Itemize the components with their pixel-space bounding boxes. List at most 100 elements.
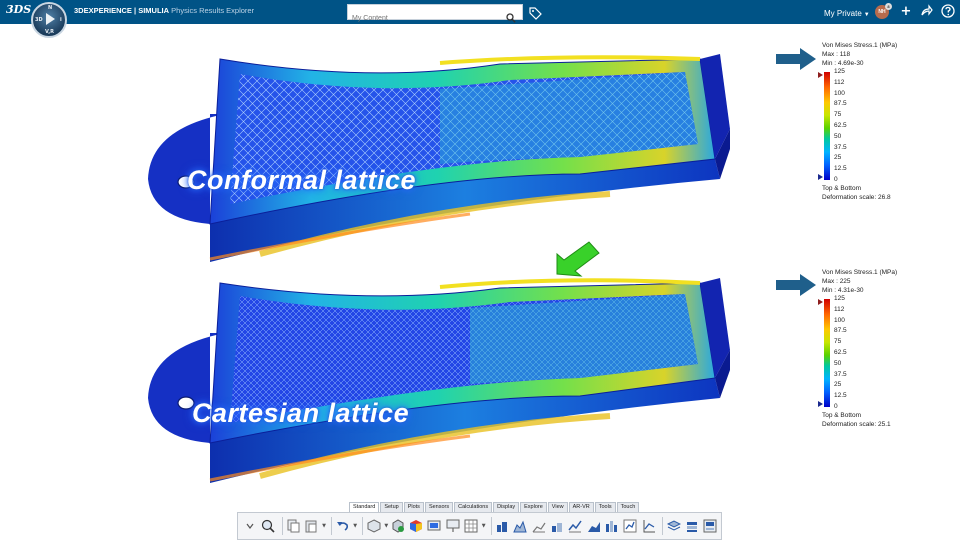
legend-tick: 50 xyxy=(834,359,842,367)
legend-tick: 100 xyxy=(834,89,845,97)
app-title-brand: 3DEXPERIENCE | SIMULIA xyxy=(74,6,170,15)
legend-tick: 50 xyxy=(834,132,842,140)
toolbar-separator xyxy=(662,517,664,535)
notification-badge: 8 xyxy=(885,3,892,10)
export-icon[interactable] xyxy=(703,518,718,534)
stress-legend-top[interactable]: Von Mises Stress.1 (MPa) Max : 118 Min :… xyxy=(818,41,898,202)
chevron-down-icon[interactable]: ▼ xyxy=(384,523,388,529)
highlight-arrow-icon xyxy=(556,241,600,277)
tab-view[interactable]: View xyxy=(547,502,568,512)
tag-icon[interactable] xyxy=(529,5,542,24)
legend-tick: 37.5 xyxy=(834,143,847,151)
legend-title: Von Mises Stress.1 (MPa) xyxy=(822,269,898,276)
area-chart-icon[interactable] xyxy=(586,518,601,534)
chevron-down-icon[interactable]: ▼ xyxy=(353,523,357,529)
legend-tick: 12.5 xyxy=(834,392,847,400)
stacked-chart-icon[interactable] xyxy=(531,518,546,534)
app-title: 3DEXPERIENCE | SIMULIA Physics Results E… xyxy=(74,6,254,15)
copy-icon[interactable] xyxy=(286,518,301,534)
contour-icon[interactable] xyxy=(409,518,424,534)
3d-viewport[interactable]: Conformal lattice Cartesian lattice Von … xyxy=(0,24,960,500)
tab-standard[interactable]: Standard xyxy=(349,502,380,512)
tab-calculations[interactable]: Calculations xyxy=(454,502,493,512)
bar-chart-icon[interactable] xyxy=(495,518,510,534)
tab-sensors[interactable]: Sensors xyxy=(424,502,454,512)
3ds-logo-icon[interactable]: 3DS xyxy=(6,3,31,21)
compass-info-label: i xyxy=(60,17,62,23)
tab-ar-vr[interactable]: AR-VR xyxy=(568,502,594,512)
compass-north-label: N xyxy=(48,5,53,11)
histogram-icon[interactable] xyxy=(513,518,528,534)
space-selector[interactable]: My Private ▼ xyxy=(824,9,870,18)
legend-max: Max : 118 xyxy=(822,51,851,58)
tab-tools[interactable]: Tools xyxy=(594,502,616,512)
max-marker-icon[interactable] xyxy=(818,72,823,78)
legend-tick: 112 xyxy=(834,305,845,313)
search-box[interactable] xyxy=(347,4,523,26)
min-marker-icon[interactable] xyxy=(818,174,823,180)
presentation-icon[interactable] xyxy=(445,518,460,534)
plot-icon[interactable] xyxy=(390,518,405,534)
part-icon[interactable] xyxy=(366,518,381,534)
legend-footer-region: Top & Bottom xyxy=(822,185,862,192)
chevron-down-icon[interactable]: ▼ xyxy=(482,523,486,529)
collapse-icon[interactable] xyxy=(242,518,257,534)
tab-setup[interactable]: Setup xyxy=(380,502,403,512)
grouped-chart-icon[interactable] xyxy=(604,518,619,534)
stress-legend-bottom[interactable]: Von Mises Stress.1 (MPa) Max : 225 Min :… xyxy=(818,268,898,429)
chevron-down-icon: ▼ xyxy=(863,12,870,18)
legend-pointer-arrow-icon xyxy=(776,274,816,296)
color-scale: 125 112 100 87.5 75 62.5 50 37.5 25 12.5… xyxy=(818,68,897,183)
action-bar: ▼ ▼ ▼ ▼ xyxy=(237,512,722,540)
legend-footer-region: Top & Bottom xyxy=(822,412,862,419)
play-icon[interactable] xyxy=(46,13,55,25)
xy-plot-icon[interactable] xyxy=(641,518,656,534)
space-selector-label: My Private xyxy=(824,9,862,18)
add-icon[interactable]: + xyxy=(898,4,914,20)
legend-tick: 62.5 xyxy=(834,122,847,129)
line-chart-icon[interactable] xyxy=(568,518,583,534)
tab-plots[interactable]: Plots xyxy=(403,502,424,512)
min-marker-icon[interactable] xyxy=(818,401,823,407)
legend-tick: 12.5 xyxy=(834,165,847,173)
stack-icon[interactable] xyxy=(684,518,699,534)
legend-tick: 100 xyxy=(834,316,845,324)
legend-tick: 125 xyxy=(834,295,845,302)
compass-widget[interactable]: N 3D i V,R xyxy=(31,2,67,38)
cartesian-lattice-model[interactable] xyxy=(140,278,740,488)
undo-icon[interactable] xyxy=(335,518,350,534)
color-scale: 125 112 100 87.5 75 62.5 50 37.5 25 12.5… xyxy=(818,295,897,410)
color-scale-bar xyxy=(824,299,830,407)
sensor-chart-icon[interactable] xyxy=(623,518,638,534)
avatar[interactable]: NH 8 xyxy=(875,3,892,19)
help-icon[interactable] xyxy=(940,4,956,20)
table-icon[interactable] xyxy=(463,518,478,534)
legend-tick: 75 xyxy=(834,338,842,346)
chevron-down-icon[interactable]: ▼ xyxy=(322,523,326,529)
compass-vr-label: V,R xyxy=(45,29,54,35)
tab-explore[interactable]: Explore xyxy=(520,502,547,512)
report-icon[interactable] xyxy=(427,518,442,534)
legend-tick: 0 xyxy=(834,403,838,410)
legend-tick: 87.5 xyxy=(834,100,847,108)
legend-tick: 0 xyxy=(834,176,838,183)
legend-footer-deformation: Deformation scale: 25.1 xyxy=(822,421,891,428)
action-bar-tabs: Standard Setup Plots Sensors Calculation… xyxy=(349,502,640,512)
share-icon[interactable] xyxy=(918,4,934,20)
toolbar-separator xyxy=(490,517,492,535)
legend-tick: 112 xyxy=(834,78,845,86)
toolbar-separator xyxy=(362,517,364,535)
tab-display[interactable]: Display xyxy=(493,502,520,512)
top-bar: 3DS 3DEXPERIENCE | SIMULIA Physics Resul… xyxy=(0,0,960,26)
scatter-icon[interactable] xyxy=(549,518,564,534)
paste-icon[interactable] xyxy=(304,518,319,534)
zoom-icon[interactable] xyxy=(260,518,275,534)
legend-title: Von Mises Stress.1 (MPa) xyxy=(822,42,898,49)
app-title-subtitle: Physics Results Explorer xyxy=(171,6,255,15)
conformal-lattice-model[interactable] xyxy=(140,54,740,264)
tab-touch[interactable]: Touch xyxy=(616,502,640,512)
legend-max: Max : 225 xyxy=(822,278,851,285)
compass-3d-label: 3D xyxy=(35,17,43,23)
max-marker-icon[interactable] xyxy=(818,299,823,305)
layers-icon[interactable] xyxy=(666,518,681,534)
